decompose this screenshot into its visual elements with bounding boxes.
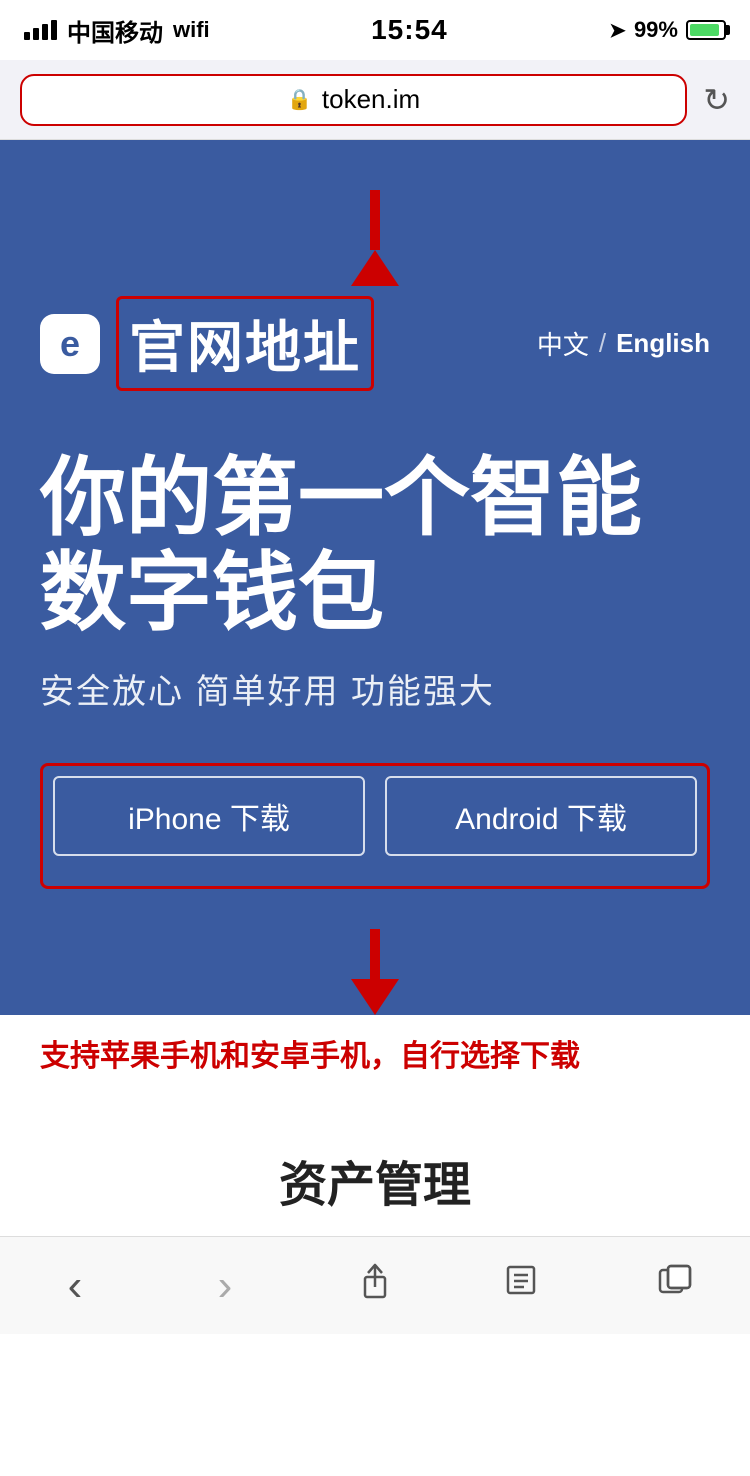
download-buttons-row: iPhone 下载 Android 下载: [53, 776, 697, 856]
signal-icon: [24, 20, 57, 40]
section-title: 资产管理: [40, 1145, 710, 1215]
android-download-button[interactable]: Android 下载: [385, 776, 697, 856]
battery-icon: [686, 20, 726, 40]
status-time: 15:54: [371, 14, 448, 46]
url-bar[interactable]: 🔒 token.im: [20, 74, 687, 126]
url-annotation-arrow: [40, 180, 710, 296]
tabs-button[interactable]: [635, 1256, 715, 1316]
back-icon: ‹: [68, 1261, 83, 1311]
tabs-icon: [658, 1264, 692, 1307]
url-text[interactable]: token.im: [322, 84, 420, 115]
buttons-annotation-arrow: [40, 919, 710, 1015]
back-button[interactable]: ‹: [35, 1256, 115, 1316]
lang-english-btn[interactable]: English: [616, 328, 710, 359]
site-header: e 官网地址 中文 / English: [40, 296, 710, 391]
lang-chinese-btn[interactable]: 中文: [537, 325, 589, 362]
reload-button[interactable]: ↻: [703, 81, 730, 119]
hero-content: 你的第一个智能数字钱包 安全放心 简单好用 功能强大 iPhone 下载 And…: [40, 411, 710, 919]
lock-icon: 🔒: [287, 87, 312, 112]
logo-char: e: [60, 323, 80, 365]
battery-percent: 99%: [634, 17, 678, 43]
site-title: 官网地址: [129, 316, 361, 379]
bookmarks-icon: [506, 1263, 544, 1308]
forward-icon: ›: [218, 1261, 233, 1311]
annotation-text: 支持苹果手机和安卓手机，自行选择下载: [0, 1015, 750, 1095]
title-annotation: 官网地址: [116, 296, 374, 391]
location-icon: ➤: [609, 18, 626, 43]
carrier-label: 中国移动: [67, 13, 163, 48]
browser-bar: 🔒 token.im ↻: [0, 60, 750, 140]
bottom-navigation: ‹ ›: [0, 1236, 750, 1334]
wifi-icon: wifi: [173, 17, 210, 43]
share-button[interactable]: [335, 1256, 415, 1316]
share-icon: [359, 1263, 391, 1309]
forward-button[interactable]: ›: [185, 1256, 265, 1316]
hero-title: 你的第一个智能数字钱包: [40, 451, 710, 640]
bookmarks-button[interactable]: [485, 1256, 565, 1316]
logo-icon: e: [40, 314, 100, 374]
status-left: 中国移动 wifi: [24, 13, 210, 48]
language-switcher[interactable]: 中文 / English: [537, 325, 710, 362]
logo-area: e 官网地址: [40, 296, 374, 391]
main-hero-section: e 官网地址 中文 / English 你的第一个智能数字钱包 安全放心 简单好…: [0, 140, 750, 1015]
status-right: ➤ 99%: [609, 17, 726, 43]
status-bar: 中国移动 wifi 15:54 ➤ 99%: [0, 0, 750, 60]
download-buttons-wrapper: iPhone 下载 Android 下载: [40, 763, 710, 889]
lang-divider: /: [599, 328, 606, 359]
iphone-download-button[interactable]: iPhone 下载: [53, 776, 365, 856]
hero-subtitle: 安全放心 简单好用 功能强大: [40, 664, 710, 713]
